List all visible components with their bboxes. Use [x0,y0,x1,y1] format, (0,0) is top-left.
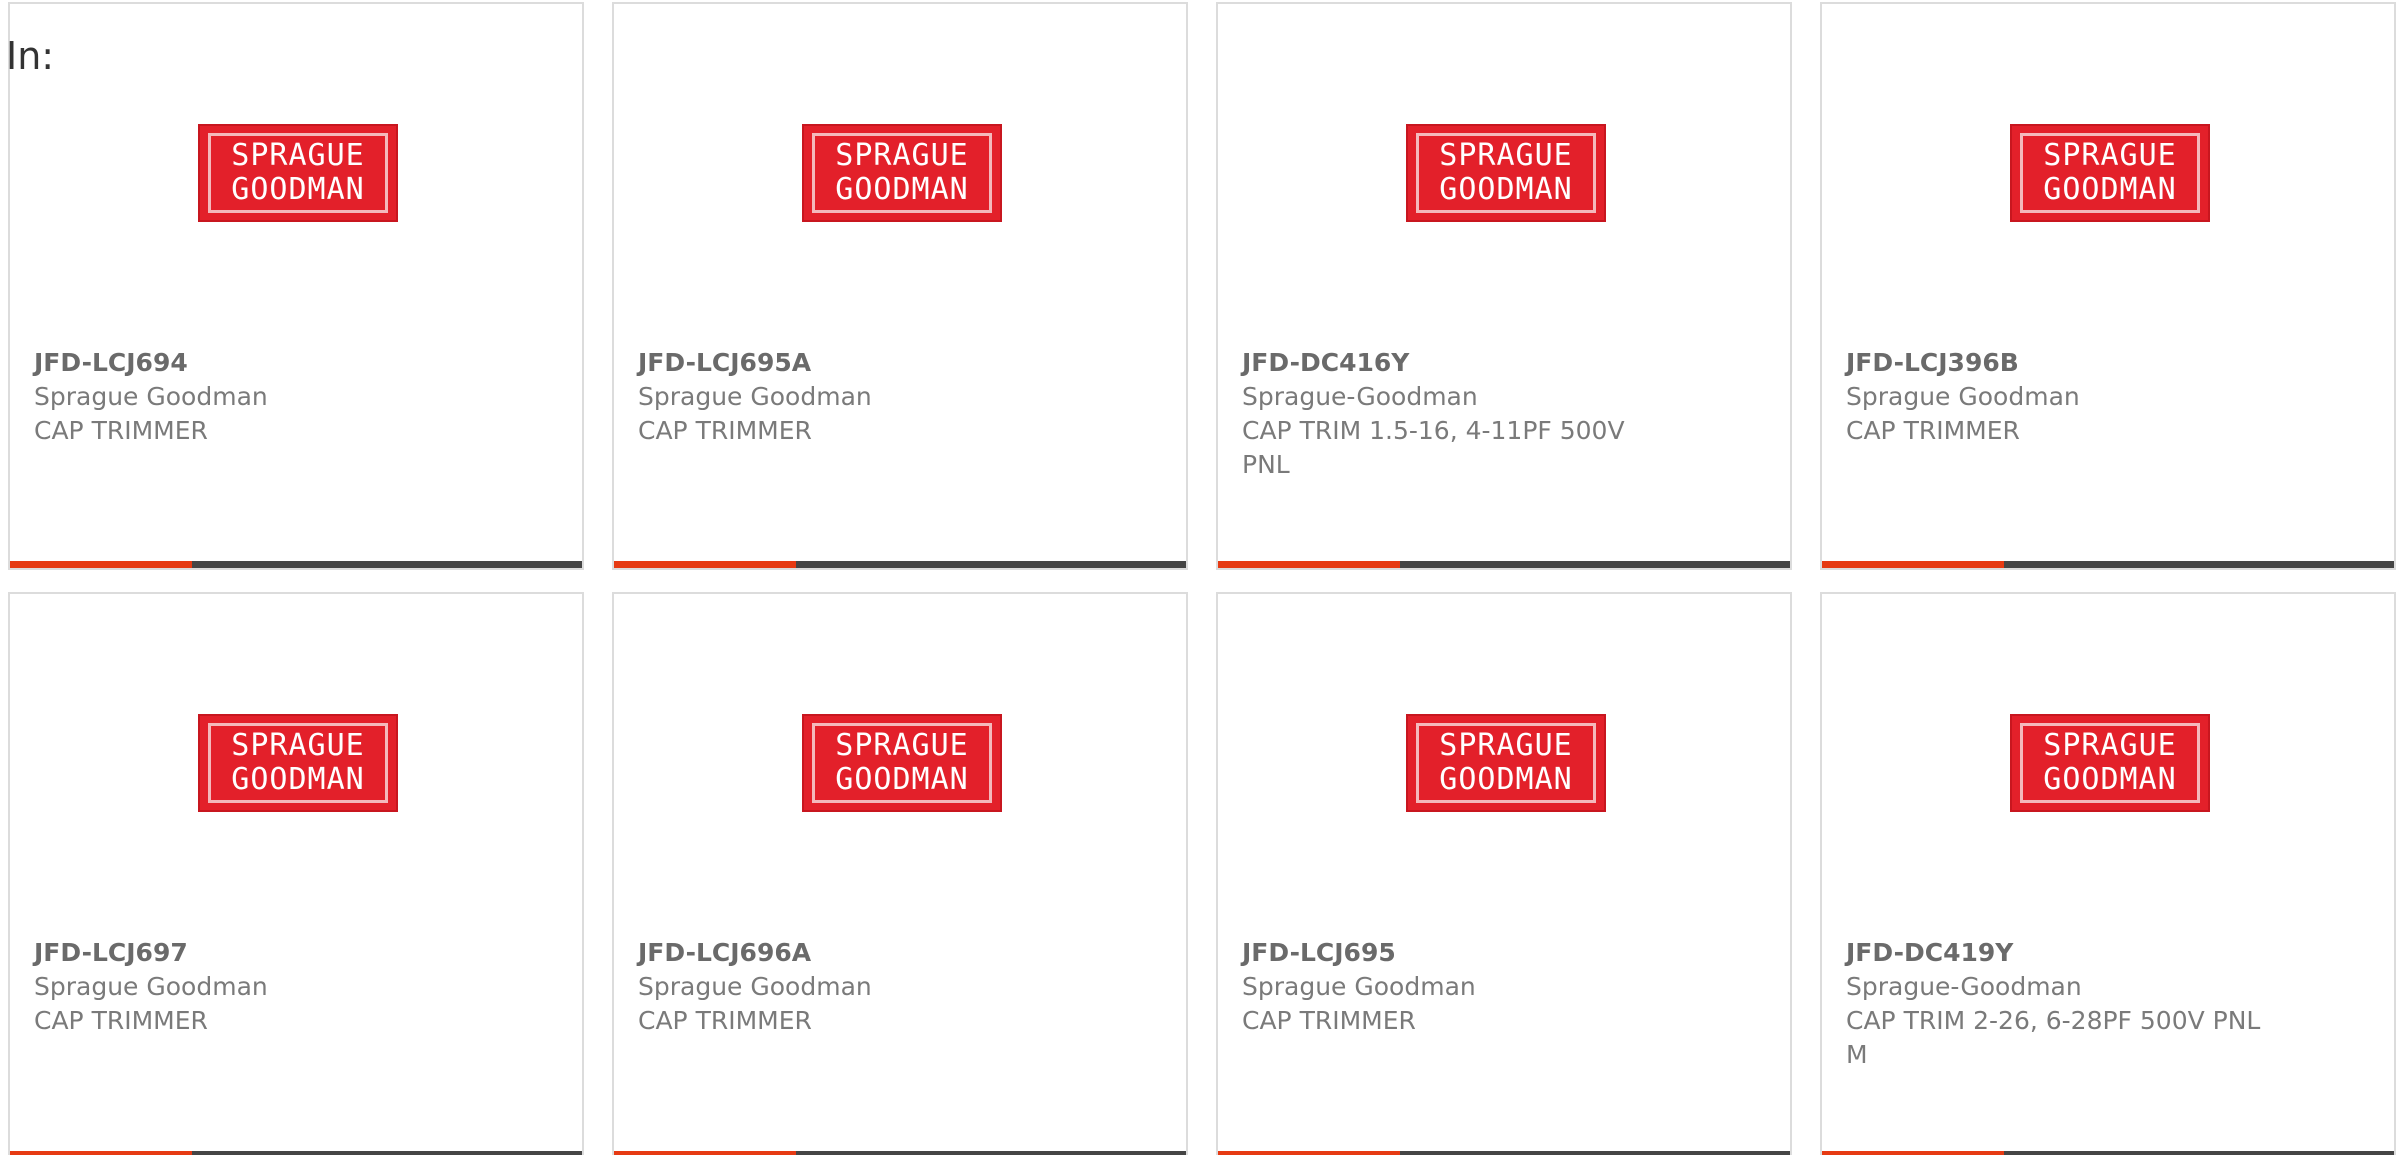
manufacturer-logo: SPRAGUE GOODMAN [2010,124,2210,222]
manufacturer-name: Sprague Goodman [1242,972,1476,1001]
part-number[interactable]: JFD-LCJ694 [34,346,454,380]
manufacturer-logo: SPRAGUE GOODMAN [2010,714,2210,812]
product-description: CAP TRIMMER [1242,1006,1416,1035]
product-description: CAP TRIM 1.5-16, 4-11PF 500V PNL [1242,416,1625,479]
card-accent [614,561,796,568]
card-accent [10,561,192,568]
card-accent [614,1151,796,1155]
product-card[interactable]: SPRAGUE GOODMAN JFD-LCJ696A Sprague Good… [612,592,1188,1155]
card-bottom-bar [614,1151,1186,1155]
card-accent [10,1151,192,1155]
part-number[interactable]: JFD-LCJ695A [638,346,1058,380]
product-description: CAP TRIMMER [1846,416,2020,445]
card-accent [1822,561,2004,568]
manufacturer-logo: SPRAGUE GOODMAN [802,124,1002,222]
card-bottom-bar [1822,1151,2394,1155]
card-bottom-bar [1822,561,2394,568]
product-card[interactable]: SPRAGUE GOODMAN JFD-LCJ697 Sprague Goodm… [8,592,584,1155]
product-description: CAP TRIMMER [34,416,208,445]
filter-label: In: [6,34,55,78]
part-number[interactable]: JFD-LCJ696A [638,936,1058,970]
manufacturer-name: Sprague Goodman [34,972,268,1001]
manufacturer-logo: SPRAGUE GOODMAN [198,124,398,222]
manufacturer-logo: SPRAGUE GOODMAN [1406,714,1606,812]
part-number[interactable]: JFD-DC419Y [1846,936,2266,970]
manufacturer-logo: SPRAGUE GOODMAN [1406,124,1606,222]
product-grid-page: In: SPRAGUE GOODMAN JFD-LCJ694 Sprague G… [0,0,2400,1155]
manufacturer-name: Sprague Goodman [638,972,872,1001]
part-number[interactable]: JFD-LCJ697 [34,936,454,970]
product-card[interactable]: SPRAGUE GOODMAN JFD-DC416Y Sprague-Goodm… [1216,2,1792,570]
product-description: CAP TRIMMER [638,1006,812,1035]
card-accent [1218,1151,1400,1155]
product-card[interactable]: SPRAGUE GOODMAN JFD-LCJ695 Sprague Goodm… [1216,592,1792,1155]
card-bottom-bar [10,1151,582,1155]
card-bottom-bar [10,561,582,568]
product-card[interactable]: SPRAGUE GOODMAN JFD-LCJ694 Sprague Goodm… [8,2,584,570]
card-accent [1218,561,1400,568]
product-card[interactable]: SPRAGUE GOODMAN JFD-LCJ396B Sprague Good… [1820,2,2396,570]
manufacturer-name: Sprague Goodman [1846,382,2080,411]
card-bottom-bar [1218,1151,1790,1155]
manufacturer-name: Sprague-Goodman [1242,382,1478,411]
product-description: CAP TRIMMER [638,416,812,445]
manufacturer-name: Sprague-Goodman [1846,972,2082,1001]
product-card[interactable]: SPRAGUE GOODMAN JFD-DC419Y Sprague-Goodm… [1820,592,2396,1155]
manufacturer-logo: SPRAGUE GOODMAN [802,714,1002,812]
manufacturer-name: Sprague Goodman [34,382,268,411]
product-card[interactable]: SPRAGUE GOODMAN JFD-LCJ695A Sprague Good… [612,2,1188,570]
part-number[interactable]: JFD-LCJ695 [1242,936,1662,970]
card-bottom-bar [1218,561,1790,568]
part-number[interactable]: JFD-LCJ396B [1846,346,2266,380]
part-number[interactable]: JFD-DC416Y [1242,346,1662,380]
manufacturer-logo: SPRAGUE GOODMAN [198,714,398,812]
card-bottom-bar [614,561,1186,568]
product-description: CAP TRIMMER [34,1006,208,1035]
card-accent [1822,1151,2004,1155]
product-description: CAP TRIM 2-26, 6-28PF 500V PNL M [1846,1006,2261,1069]
manufacturer-name: Sprague Goodman [638,382,872,411]
